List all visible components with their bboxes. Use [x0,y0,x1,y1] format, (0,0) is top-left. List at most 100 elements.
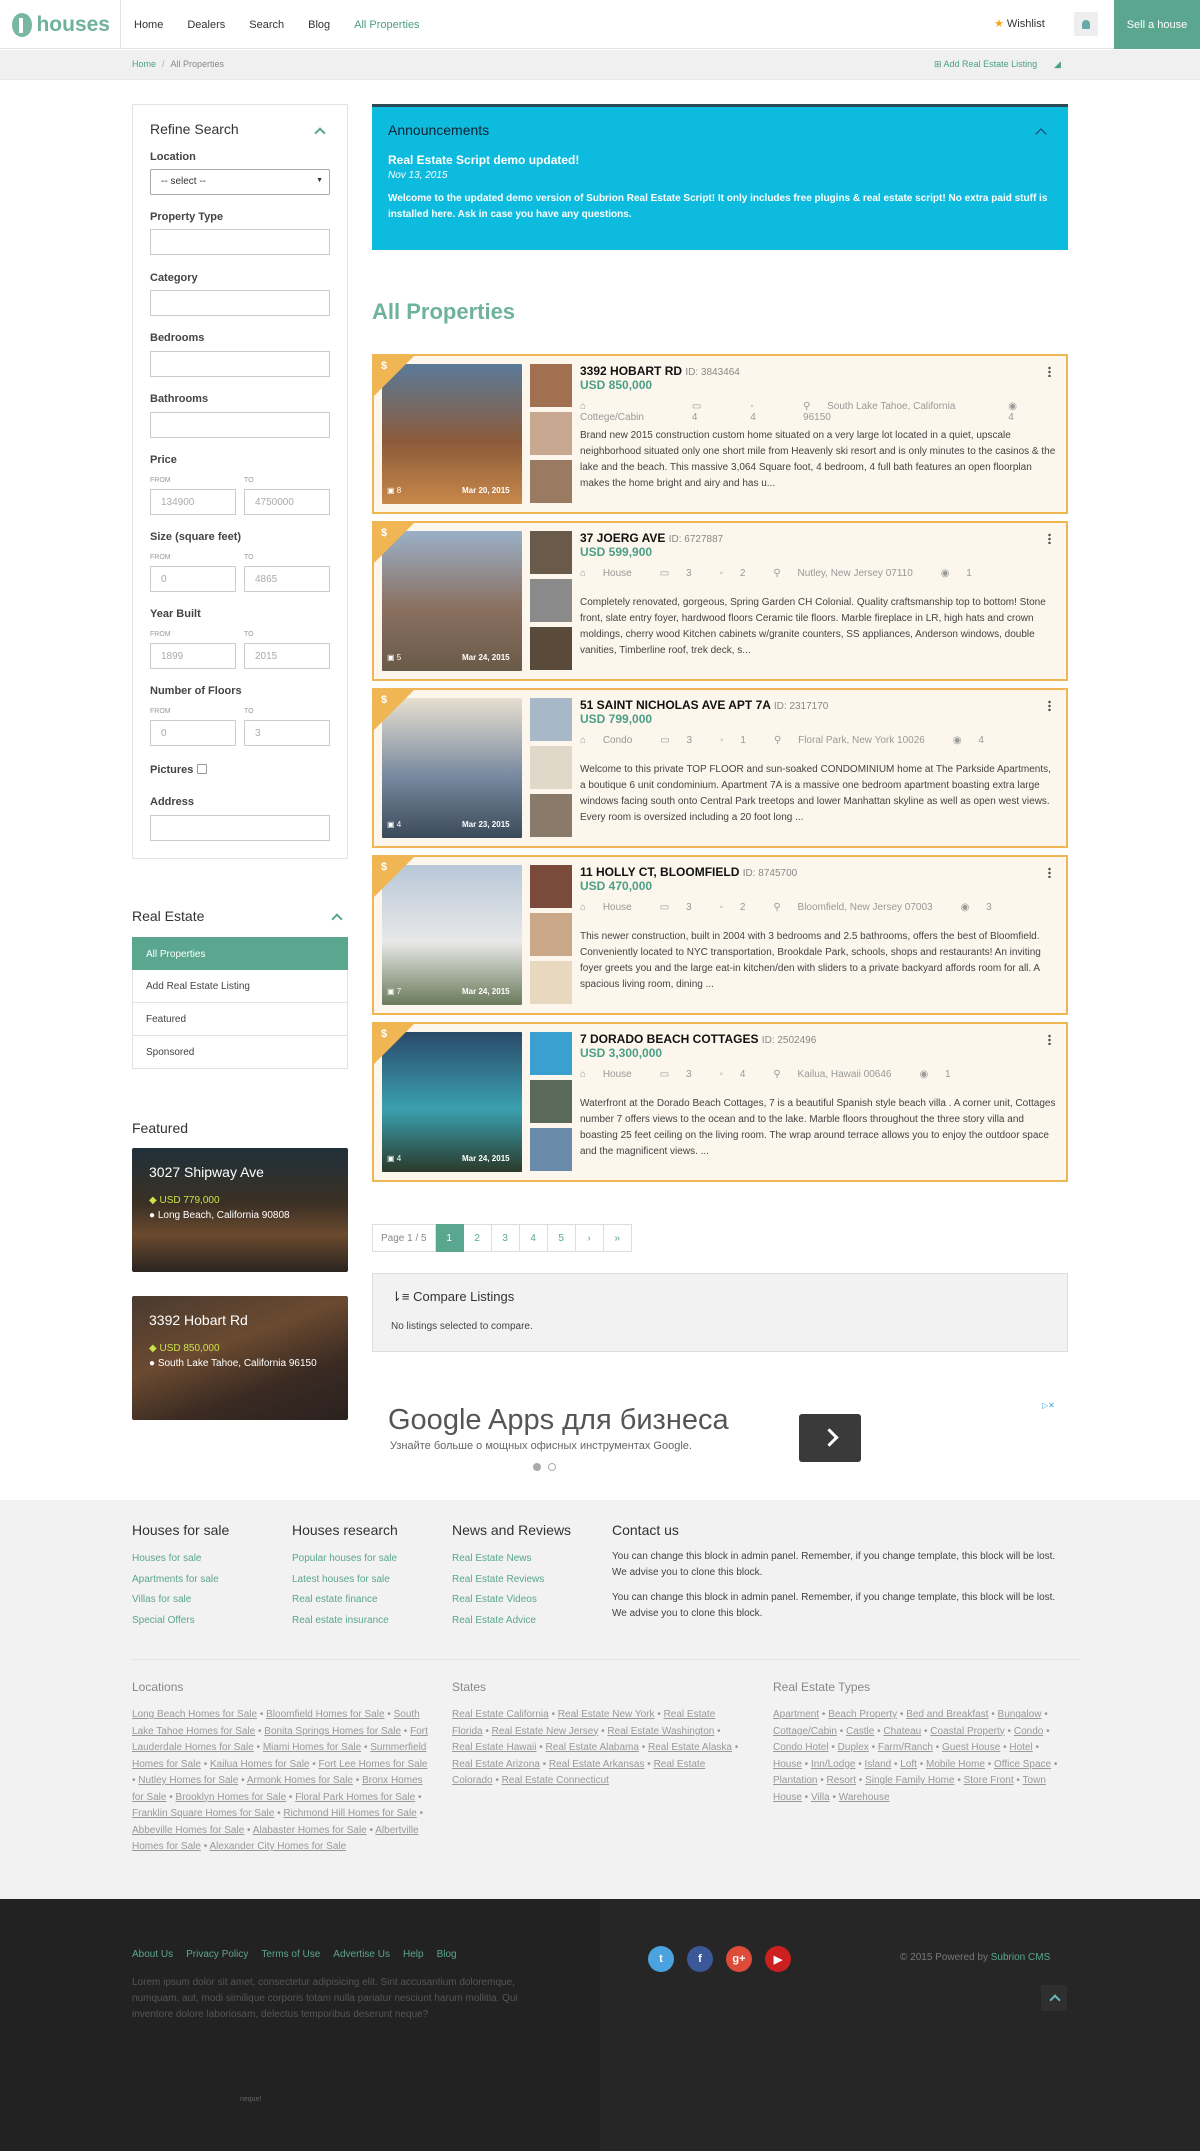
footer-seo-link[interactable]: Real Estate California [452,1709,549,1720]
footer-seo-link[interactable]: Hotel [1009,1742,1032,1753]
listing-title[interactable]: 3392 HOBART RD ID: 3843464 [580,364,740,378]
listing-thumbnail[interactable] [530,627,572,670]
footer-seo-link[interactable]: Long Beach Homes for Sale [132,1709,257,1720]
footer-seo-link[interactable]: Real Estate Connecticut [502,1775,609,1786]
footer-link[interactable]: Houses for sale [132,1549,229,1570]
footer-seo-link[interactable]: Duplex [838,1742,869,1753]
footer-link[interactable]: Real Estate News [452,1549,571,1570]
bathrooms-input[interactable] [150,412,330,438]
footer-link[interactable]: Real estate finance [292,1590,398,1611]
listing-thumbnail[interactable] [530,698,572,741]
menu-item-all-properties[interactable]: All Properties [132,937,348,970]
footer-link[interactable]: Real Estate Reviews [452,1570,571,1591]
footer-nav-privacy[interactable]: Privacy Policy [186,1949,248,1960]
listing-title-text[interactable]: 7 DORADO BEACH COTTAGES [580,1032,758,1046]
listing-title[interactable]: 11 HOLLY CT, BLOOMFIELD ID: 8745700 [580,865,797,879]
page-link[interactable]: 3 [491,1224,520,1252]
price-from-input[interactable]: 134900 [150,489,236,515]
rss-icon[interactable]: ◢ [1054,59,1061,70]
footer-seo-link[interactable]: Resort [827,1775,856,1786]
listing-title-text[interactable]: 11 HOLLY CT, BLOOMFIELD [580,865,739,879]
listing-thumbnail[interactable] [530,1128,572,1171]
footer-seo-link[interactable]: Brooklyn Homes for Sale [176,1792,287,1803]
footer-seo-link[interactable]: Plantation [773,1775,817,1786]
footer-nav-terms[interactable]: Terms of Use [261,1949,320,1960]
footer-seo-link[interactable]: Richmond Hill Homes for Sale [283,1808,416,1819]
facebook-icon[interactable]: f [687,1946,713,1972]
next-page-button[interactable]: › [575,1224,604,1252]
more-options-icon[interactable] [1048,1034,1051,1045]
youtube-icon[interactable]: ▶ [765,1946,791,1972]
listing-title[interactable]: 51 SAINT NICHOLAS AVE APT 7A ID: 2317170 [580,698,828,712]
nav-all-properties[interactable]: All Properties [354,19,419,31]
listing-title[interactable]: 7 DORADO BEACH COTTAGES ID: 2502496 [580,1032,816,1046]
size-to-input[interactable]: 4865 [244,566,330,592]
add-listing-link[interactable]: ⊞ Add Real Estate Listing [934,59,1037,70]
year-from-input[interactable]: 1899 [150,643,236,669]
featured-card[interactable]: 3027 Shipway Ave ◆ USD 779,000 ● Long Be… [132,1148,348,1272]
bedrooms-input[interactable] [150,351,330,377]
collapse-chevron-icon[interactable] [314,127,326,139]
adchoices-icon[interactable]: ▷✕ [1042,1401,1068,1411]
powered-by-link[interactable]: Subrion CMS [991,1952,1050,1963]
footer-seo-link[interactable]: Nutley Homes for Sale [138,1775,238,1786]
menu-item-sponsored[interactable]: Sponsored [132,1036,348,1069]
listing-card[interactable]: $ ▣ 4 Mar 24, 2015 7 DORADO BEACH COTTAGES … [372,1022,1068,1182]
footer-seo-link[interactable]: Guest House [942,1742,1000,1753]
footer-seo-link[interactable]: Bed and Breakfast [906,1709,988,1720]
footer-link[interactable]: Villas for sale [132,1590,229,1611]
footer-nav-advertise[interactable]: Advertise Us [333,1949,390,1960]
footer-seo-link[interactable]: Mobile Home [926,1759,985,1770]
footer-seo-link[interactable]: Island [865,1759,892,1770]
footer-link[interactable]: Real Estate Videos [452,1590,571,1611]
wishlist-link[interactable]: ★ Wishlist [994,17,1045,30]
listing-thumbnail[interactable] [530,1080,572,1123]
site-logo[interactable]: houses [12,10,110,40]
pictures-checkbox[interactable] [197,764,208,774]
listing-card[interactable]: $ ▣ 4 Mar 23, 2015 51 SAINT NICHOLAS AVE AP… [372,688,1068,848]
address-input[interactable] [150,815,330,841]
listing-card[interactable]: $ ▣ 7 Mar 24, 2015 11 HOLLY CT, BLOOMFIELD … [372,855,1068,1015]
footer-seo-link[interactable]: Loft [900,1759,917,1770]
footer-seo-link[interactable]: Warehouse [839,1792,890,1803]
listing-thumbnail[interactable] [530,913,572,956]
footer-seo-link[interactable]: Chateau [883,1726,921,1737]
property-type-input[interactable] [150,229,330,255]
more-options-icon[interactable] [1048,533,1051,544]
collapse-chevron-icon[interactable] [331,913,343,925]
footer-nav-help[interactable]: Help [403,1949,424,1960]
footer-nav-about[interactable]: About Us [132,1949,173,1960]
floors-from-input[interactable]: 0 [150,720,236,746]
footer-seo-link[interactable]: Abbeville Homes for Sale [132,1825,244,1836]
footer-seo-link[interactable]: Cottage/Cabin [773,1726,837,1737]
footer-link[interactable]: Latest houses for sale [292,1570,398,1591]
footer-link[interactable]: Apartments for sale [132,1570,229,1591]
footer-seo-link[interactable]: Real Estate New York [558,1709,655,1720]
footer-seo-link[interactable]: Miami Homes for Sale [263,1742,361,1753]
more-options-icon[interactable] [1048,366,1051,377]
sell-house-button[interactable]: Sell a house [1114,0,1200,49]
featured-card[interactable]: 3392 Hobart Rd ◆ USD 850,000 ● South Lak… [132,1296,348,1420]
listing-thumbnail[interactable] [530,794,572,837]
year-to-input[interactable]: 2015 [244,643,330,669]
nav-dealers[interactable]: Dealers [187,19,225,31]
footer-seo-link[interactable]: Villa [811,1792,830,1803]
menu-item-add-listing[interactable]: Add Real Estate Listing [132,970,348,1003]
footer-seo-link[interactable]: Condo Hotel [773,1742,829,1753]
footer-seo-link[interactable]: Floral Park Homes for Sale [295,1792,415,1803]
listing-title-text[interactable]: 51 SAINT NICHOLAS AVE APT 7A [580,698,770,712]
footer-link[interactable]: Real Estate Advice [452,1611,571,1632]
breadcrumb-home[interactable]: Home [132,59,156,69]
footer-seo-link[interactable]: Armonk Homes for Sale [247,1775,353,1786]
listing-thumbnail[interactable] [530,865,572,908]
listing-thumbnail[interactable] [530,961,572,1004]
footer-seo-link[interactable]: Beach Property [828,1709,897,1720]
ad-headline[interactable]: Google Apps для бизнеса [388,1404,729,1437]
page-link[interactable]: 1 [435,1224,464,1252]
menu-item-featured[interactable]: Featured [132,1003,348,1036]
listing-thumbnail[interactable] [530,364,572,407]
advertisement[interactable]: Google Apps для бизнеса Узнайте больше о… [372,1394,1068,1474]
footer-seo-link[interactable]: House [773,1759,802,1770]
listing-thumbnail[interactable] [530,531,572,574]
footer-seo-link[interactable]: Single Family Home [865,1775,954,1786]
